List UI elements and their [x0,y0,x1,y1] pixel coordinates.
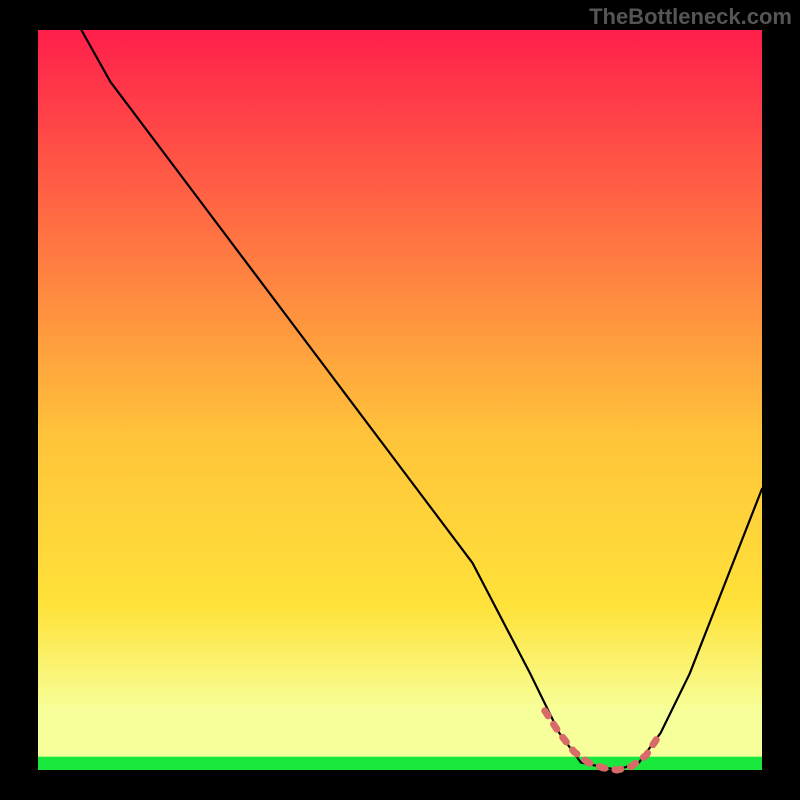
bottleneck-chart [0,0,800,800]
plot-base-strip [38,757,762,770]
watermark-text: TheBottleneck.com [589,4,792,30]
chart-frame: TheBottleneck.com [0,0,800,800]
plot-background [38,30,762,770]
